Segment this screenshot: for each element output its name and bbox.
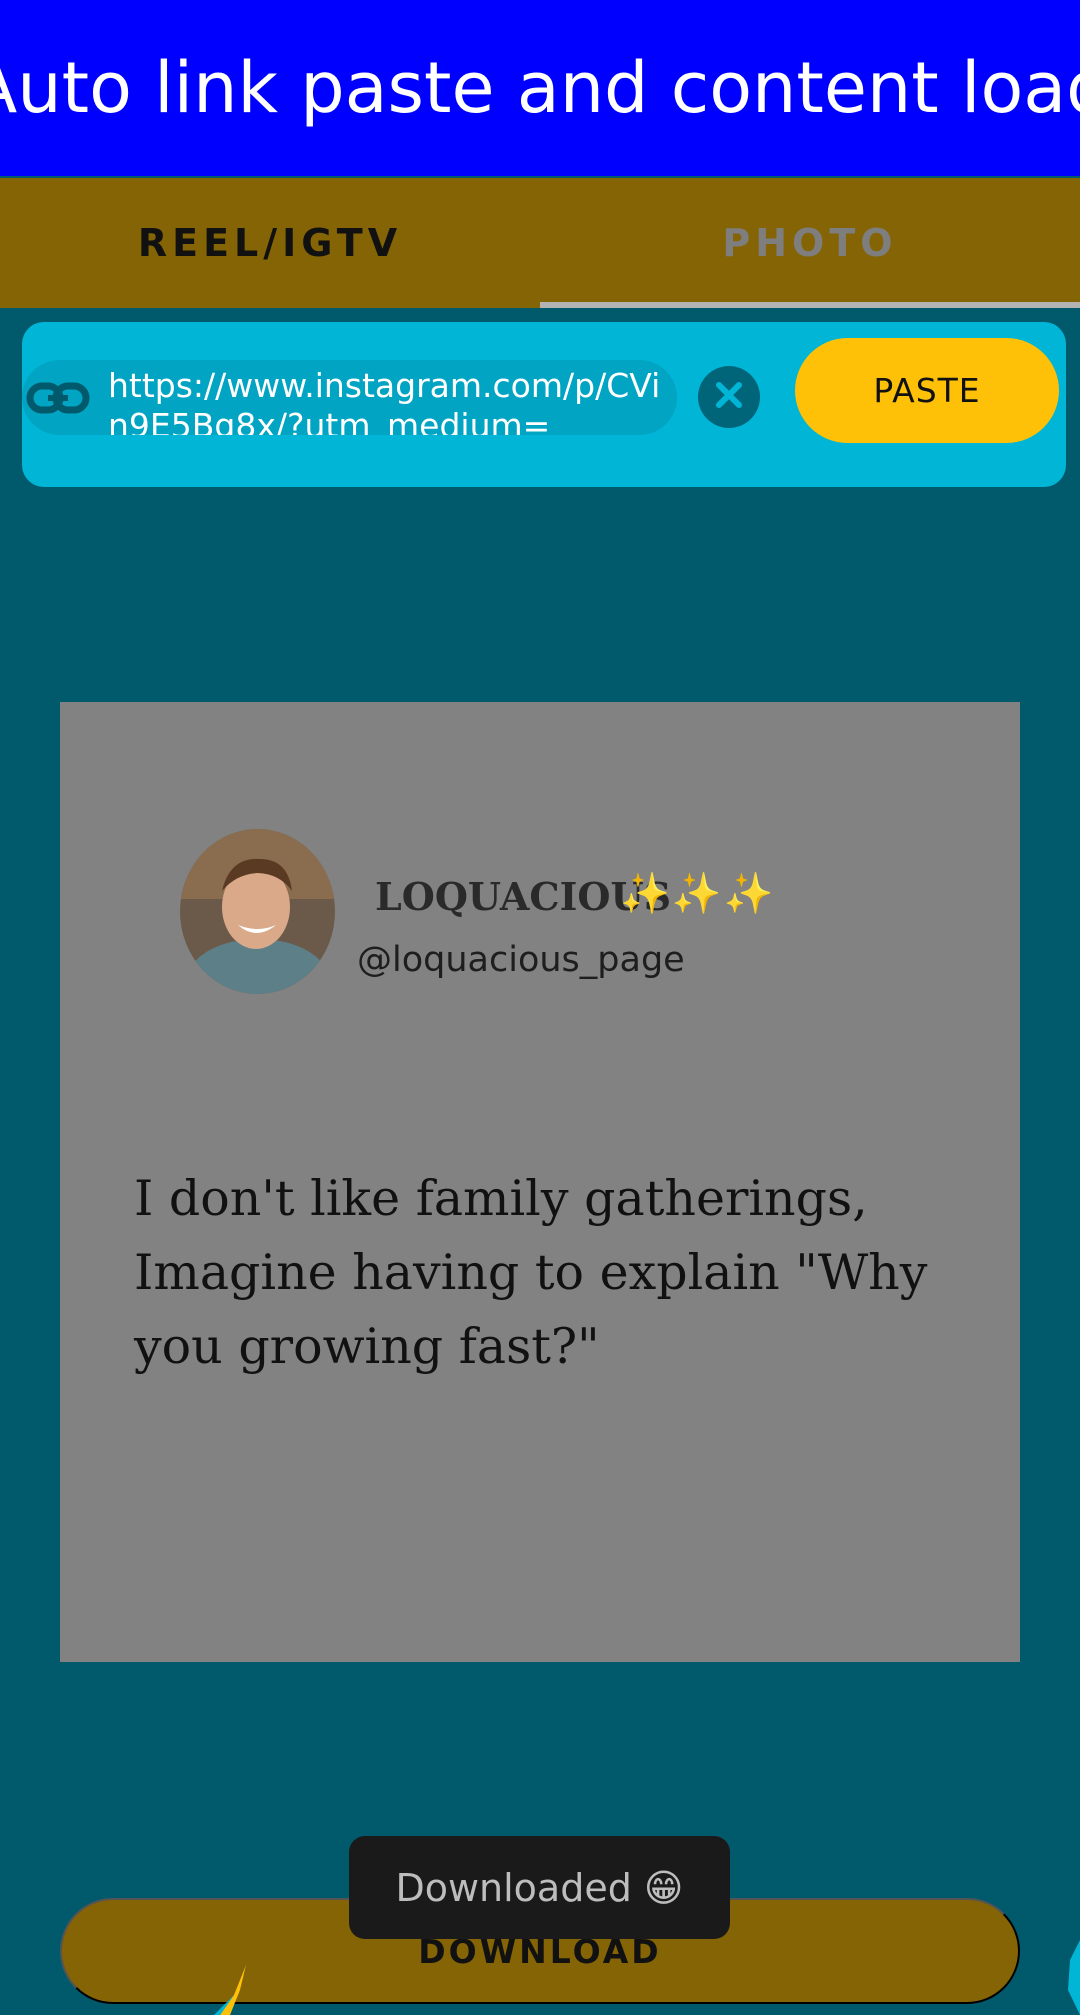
url-input-card: https://www.instagram.com/p/CVin9E5Bg8x/… (22, 322, 1066, 487)
profile-handle: @loquacious_page (357, 940, 685, 980)
toast-message: Downloaded 😁 (349, 1836, 730, 1939)
tab-reel-igtv[interactable]: REEL/IGTV (0, 178, 540, 308)
decorative-stroke-right (1068, 1940, 1080, 2015)
tab-selected-indicator (540, 302, 1080, 308)
overlay-banner: Auto link paste and content load (0, 0, 1080, 176)
clear-url-button[interactable] (698, 366, 760, 428)
url-input-value[interactable]: https://www.instagram.com/p/CVin9E5Bg8x/… (108, 366, 668, 435)
url-input-field[interactable]: https://www.instagram.com/p/CVin9E5Bg8x/… (22, 360, 677, 435)
avatar (180, 829, 335, 994)
tab-photo[interactable]: PHOTO (540, 178, 1080, 308)
tab-bar: REEL/IGTV PHOTO (0, 178, 1080, 308)
paste-button[interactable]: PASTE (795, 338, 1059, 443)
tab-reel-igtv-label: REEL/IGTV (137, 221, 403, 265)
post-preview-image: LOQUACIOUS ✨✨✨ @loquacious_page I don't … (60, 702, 1020, 1662)
post-quote-text: I don't like family gatherings, Imagine … (134, 1170, 928, 1375)
tab-photo-label: PHOTO (722, 221, 898, 265)
paste-button-label: PASTE (873, 371, 981, 410)
banner-text: Auto link paste and content load (0, 47, 1080, 129)
decorative-stroke-left (214, 1965, 246, 2015)
sparkles-emoji: ✨✨✨ (620, 871, 776, 917)
close-circle-icon (712, 378, 746, 417)
link-icon (26, 370, 90, 426)
toast-text: Downloaded 😁 (395, 1865, 684, 1910)
